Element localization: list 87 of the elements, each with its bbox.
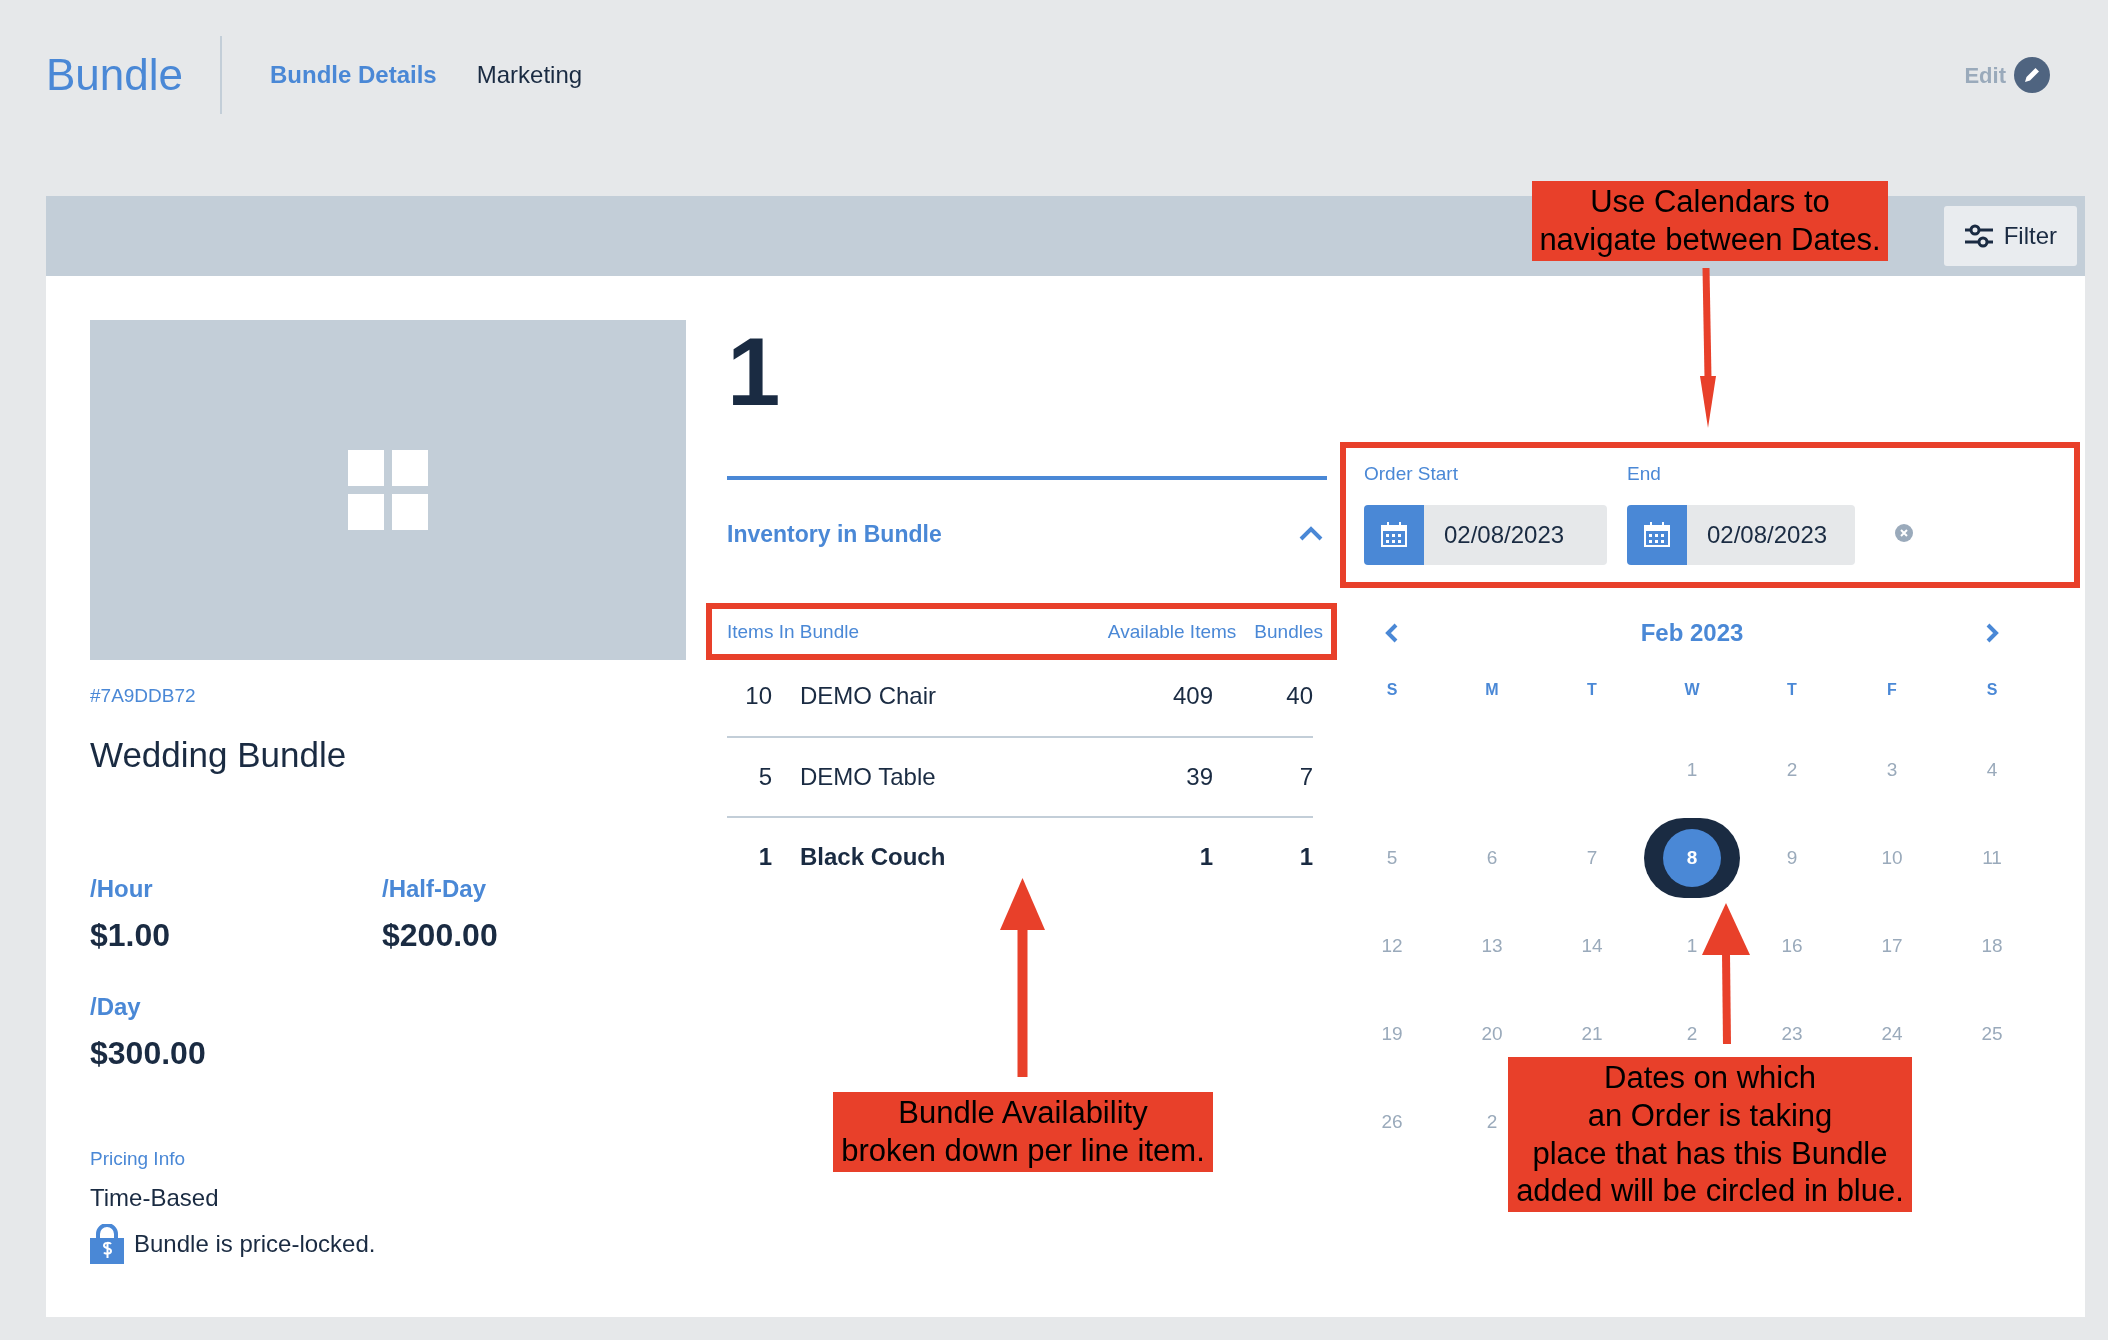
- pricing-info-label: Pricing Info: [90, 1147, 187, 1171]
- calendar-day[interactable]: 24: [1881, 1019, 1903, 1049]
- weekday-label: T: [1586, 680, 1598, 700]
- table-cell-text: DEMO Chair: [799, 681, 938, 711]
- calendar-day[interactable]: 5: [1386, 843, 1398, 873]
- field-label: End: [1627, 462, 1662, 486]
- date-field[interactable]: 02/08/2023: [1424, 504, 1607, 565]
- table-cell-text: 39: [1185, 762, 1213, 792]
- callout-note: Bundle Availability broken down per line item.: [833, 1092, 1213, 1172]
- clear-icon[interactable]: [1895, 524, 1913, 542]
- weekday-label: S: [1985, 680, 1999, 700]
- table-cell-text: 1: [1198, 842, 1213, 872]
- price-label: /Day: [90, 992, 142, 1022]
- calendar-day[interactable]: 4: [1986, 755, 1998, 785]
- table-cell-text: 7: [1298, 762, 1313, 792]
- calendar-day[interactable]: 7: [1586, 843, 1598, 873]
- calendar-day[interactable]: 11: [1982, 843, 2002, 873]
- calendar-day[interactable]: 18: [1981, 931, 2003, 961]
- calendar-day[interactable]: 1: [1686, 755, 1698, 785]
- calendar-day[interactable]: 12: [1381, 931, 1403, 961]
- page-title: Bundle: [46, 36, 222, 114]
- calendar-day[interactable]: 16: [1781, 931, 1803, 961]
- calendar-day[interactable]: 2: [1786, 755, 1798, 785]
- calendar-day[interactable]: 23: [1781, 1019, 1803, 1049]
- nav-tab[interactable]: Bundle Details: [270, 57, 437, 93]
- calendar-day[interactable]: 6: [1486, 843, 1498, 873]
- calendar-day[interactable]: 2: [1486, 1107, 1498, 1137]
- field-label: Order Start: [1364, 462, 1459, 486]
- column-header: Items In Bundle: [727, 619, 861, 644]
- sku-text: #7A9DDB72: [90, 684, 197, 708]
- section-title: Inventory in Bundle: [727, 519, 942, 549]
- calendar-day[interactable]: 13: [1481, 931, 1503, 961]
- calendar-day[interactable]: 25: [1981, 1019, 2003, 1049]
- chevron-left-icon: [1385, 623, 1399, 643]
- table-cell-text: DEMO Table: [799, 762, 937, 792]
- date-field[interactable]: 02/08/2023: [1687, 504, 1855, 565]
- edit-link[interactable]: Edit: [1964, 58, 2006, 92]
- table-cell-text: 1: [757, 842, 772, 872]
- price-label: /Hour: [90, 874, 154, 904]
- table-cell-text: Black Couch: [799, 842, 947, 872]
- calendar-icon: [1644, 521, 1670, 548]
- calendar-day[interactable]: 3: [1886, 755, 1898, 785]
- calendar-day[interactable]: 21: [1581, 1019, 1603, 1049]
- weekday-label: T: [1786, 680, 1798, 700]
- filter-button[interactable]: Filter: [1943, 206, 2077, 266]
- calendar-day[interactable]: 9: [1786, 843, 1798, 873]
- calendar-day[interactable]: 26: [1381, 1107, 1403, 1137]
- calendar-day[interactable]: 19: [1381, 1019, 1403, 1049]
- chevron-up-icon[interactable]: [1299, 525, 1323, 543]
- price-value: $300.00: [90, 1034, 207, 1073]
- sliders-icon: [1963, 223, 1994, 249]
- bundle-count: 1: [727, 324, 782, 427]
- calendar-day[interactable]: 14: [1581, 931, 1603, 961]
- price-value: $200.00: [382, 916, 499, 955]
- table-cell-text: 409: [1171, 681, 1213, 711]
- table-cell-text: 5: [757, 762, 772, 792]
- column-header: Available Items: [1107, 619, 1237, 644]
- month-title: Feb 2023: [1639, 618, 1745, 648]
- callout-note: Dates on which an Order is taking place that has this Bundle added will be circled in blue.: [1508, 1057, 1912, 1213]
- weekday-label: F: [1886, 680, 1898, 700]
- price-label: /Half-Day: [382, 874, 488, 904]
- pricing-info-value: Time-Based: [90, 1182, 220, 1213]
- weekday-label: S: [1385, 680, 1399, 700]
- booked-day-ring[interactable]: 8: [1644, 818, 1740, 898]
- table-cell-text: 40: [1285, 681, 1313, 711]
- calendar-day[interactable]: 2: [1686, 1019, 1698, 1049]
- calendar-day[interactable]: 17: [1881, 931, 1903, 961]
- weekday-label: M: [1484, 680, 1500, 700]
- padlock-icon: [90, 1223, 124, 1264]
- calendar-day[interactable]: 1: [1686, 931, 1698, 961]
- calendar-button[interactable]: [1627, 504, 1687, 565]
- table-cell-text: 1: [1298, 842, 1313, 872]
- pencil-icon: [2014, 57, 2050, 93]
- grid-icon: [348, 450, 428, 530]
- nav-tab[interactable]: Marketing: [476, 57, 583, 93]
- table-cell-text: 10: [744, 681, 772, 711]
- chevron-right-icon: [1985, 623, 1999, 643]
- bundle-name: Wedding Bundle: [90, 733, 348, 776]
- weekday-label: W: [1683, 680, 1701, 700]
- calendar-icon: [1381, 521, 1407, 548]
- price-value: $1.00: [90, 916, 172, 955]
- calendar-day[interactable]: 20: [1481, 1019, 1503, 1049]
- calendar-day[interactable]: 10: [1881, 843, 1903, 873]
- lock-note: Bundle is price-locked.: [134, 1228, 376, 1259]
- column-header: Bundles: [1254, 619, 1323, 644]
- calendar-button[interactable]: [1364, 504, 1424, 565]
- callout-note: Use Calendars to navigate between Dates.: [1532, 181, 1888, 261]
